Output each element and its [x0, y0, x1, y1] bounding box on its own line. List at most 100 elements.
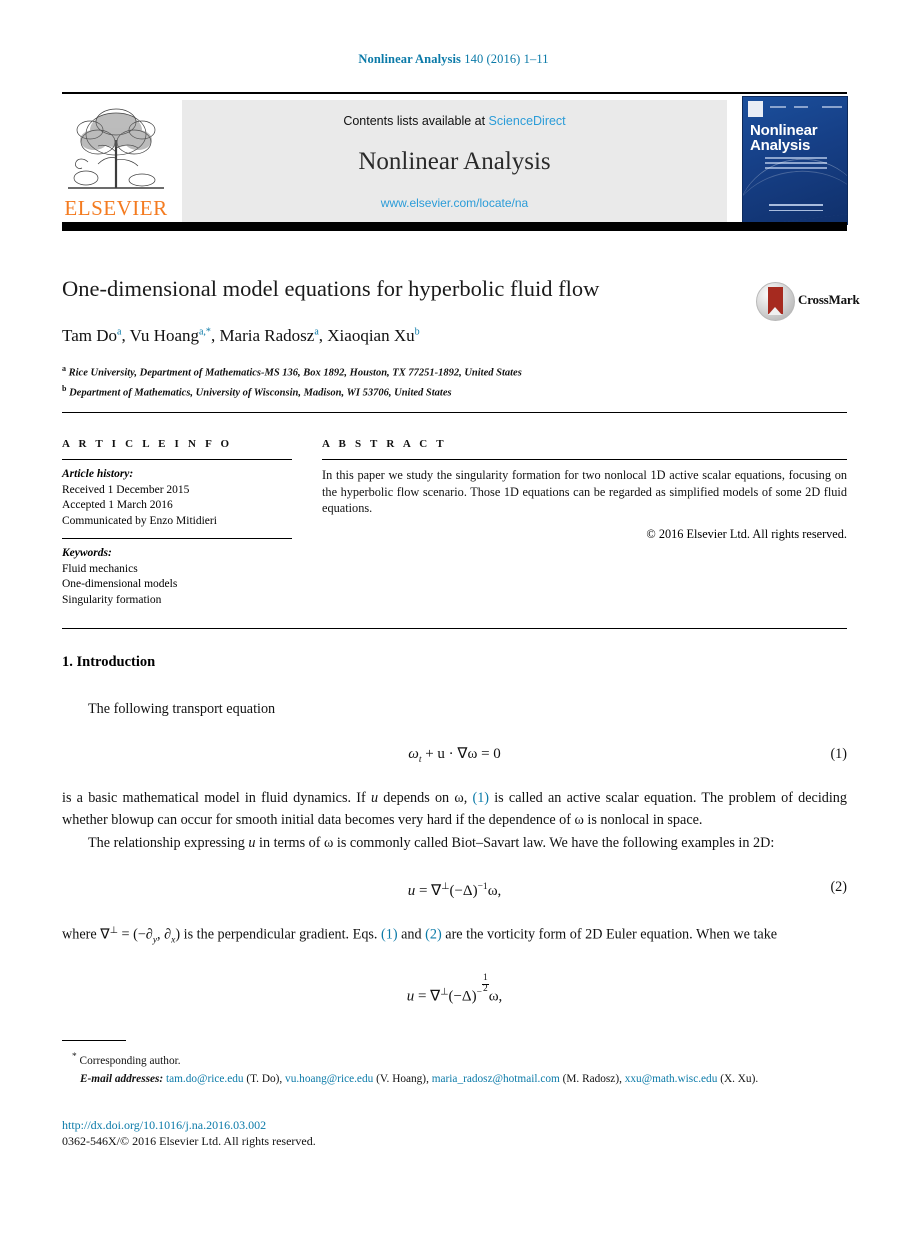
keywords-label: Keywords: — [62, 547, 112, 560]
article-info-rule — [62, 459, 292, 461]
para4-part-a: where ∇ — [62, 926, 110, 943]
author-name[interactable]: Xiaoqian Xu — [327, 326, 414, 345]
journal-homepage-link[interactable]: www.elsevier.com/locate/na — [182, 196, 727, 210]
cover-title: Nonlinear Analysis — [750, 123, 842, 153]
author-affil-mark: a — [314, 326, 319, 338]
corresponding-mark: * — [72, 1052, 77, 1062]
cover-header-band — [748, 101, 842, 119]
divider-above-body — [62, 628, 847, 629]
contents-available-text: Contents lists available at — [343, 114, 489, 128]
para2-part-b: depends on ω, — [378, 789, 473, 806]
author-affil-mark: b — [414, 326, 420, 338]
abstract-block: A B S T R A C T In this paper we study t… — [322, 438, 847, 542]
para4-part-d: ) is the perpendicular gradient. Eqs. — [175, 926, 382, 943]
masthead-bottom-rule — [62, 222, 847, 231]
doi-link[interactable]: http://dx.doi.org/10.1016/j.na.2016.03.0… — [62, 1118, 266, 1133]
para4-part-c: , ∂ — [157, 926, 172, 943]
eq-ref-1b[interactable]: (1) — [381, 927, 398, 943]
footnote-rule — [62, 1040, 126, 1042]
paragraph-intro-lead: The following transport equation — [88, 701, 276, 717]
author-name[interactable]: Maria Radosz — [219, 326, 314, 345]
keyword-item: Fluid mechanics — [62, 562, 138, 575]
email-label: E-mail addresses: — [80, 1073, 164, 1086]
section-heading-introduction: 1. Introduction — [62, 654, 156, 670]
paragraph-after-eq1: is a basic mathematical model in fluid d… — [62, 787, 847, 832]
eq-ref-1[interactable]: (1) — [472, 790, 489, 806]
keywords-rule — [62, 538, 292, 540]
email-person: (T. Do), — [246, 1073, 283, 1086]
equation-2-number: (2) — [830, 879, 847, 895]
corresponding-author-note: * Corresponding author. — [72, 1050, 847, 1069]
para4-part-b: = (−∂ — [117, 926, 153, 943]
email-person: (M. Radosz), — [562, 1073, 622, 1086]
affiliation-mark: b — [62, 384, 67, 393]
journal-title: Nonlinear Analysis — [358, 148, 551, 175]
author-affil-mark: a — [117, 326, 122, 338]
running-head: Nonlinear Analysis 140 (2016) 1–11 — [0, 52, 907, 67]
author-name[interactable]: Tam Do — [62, 326, 117, 345]
keywords-block: Keywords: Fluid mechanics One-dimensiona… — [62, 546, 292, 608]
author-list: Tam Doa, Vu Hoanga,*, Maria Radosza, Xia… — [62, 326, 420, 345]
cover-dash — [794, 106, 808, 108]
email-link[interactable]: vu.hoang@rice.edu — [285, 1073, 373, 1085]
affiliation-item: a Rice University, Department of Mathema… — [62, 361, 822, 381]
abstract-text: In this paper we study the singularity f… — [322, 468, 847, 516]
cover-dash — [770, 106, 786, 108]
email-link[interactable]: xxu@math.wisc.edu — [625, 1073, 718, 1085]
para4-and: and — [397, 926, 426, 943]
article-info-block: A R T I C L E I N F O Article history: R… — [62, 438, 292, 608]
equation-1-row: ωt + u · ∇ω = 0 (1) — [62, 743, 847, 767]
crossmark-icon — [756, 282, 795, 321]
affiliation-item: b Department of Mathematics, University … — [62, 381, 822, 401]
cover-title-line2: Analysis — [750, 137, 811, 154]
affiliation-text: Department of Mathematics, University of… — [69, 387, 452, 399]
equation-2-row: u = ∇⊥(−Δ)−1ω, (2) — [62, 876, 847, 900]
affiliation-list: a Rice University, Department of Mathema… — [62, 361, 822, 401]
footnote-block: * Corresponding author. E-mail addresses… — [62, 1050, 847, 1088]
affiliation-mark: a — [62, 364, 66, 373]
page-title: One-dimensional model equations for hype… — [62, 276, 600, 301]
keyword-item: Singularity formation — [62, 593, 162, 606]
equation-1: ωt + u · ∇ω = 0 — [62, 743, 847, 772]
affiliation-text: Rice University, Department of Mathemati… — [68, 367, 522, 379]
contents-available-line: Contents lists available at ScienceDirec… — [182, 114, 727, 128]
sciencedirect-link[interactable]: ScienceDirect — [489, 114, 566, 128]
email-person: (V. Hoang), — [376, 1073, 429, 1086]
journal-cover-thumbnail[interactable]: Nonlinear Analysis — [742, 96, 848, 225]
para4-part-e: are the vorticity form of 2D Euler equat… — [441, 926, 778, 943]
crossmark-badge[interactable]: CrossMark — [756, 282, 860, 321]
running-head-journal: Nonlinear Analysis — [358, 52, 462, 66]
crossmark-label: CrossMark — [798, 292, 860, 307]
para2-part-a: is a basic mathematical model in fluid d… — [62, 789, 371, 806]
paragraph-biot-savart: The relationship expressing u in terms o… — [62, 832, 847, 855]
author-affil-mark: a,* — [198, 326, 211, 338]
article-info-heading: A R T I C L E I N F O — [62, 438, 233, 450]
paper-page: Nonlinear Analysis 140 (2016) 1–11 ELSEV… — [0, 0, 907, 1238]
email-link[interactable]: tam.do@rice.edu — [166, 1073, 244, 1085]
masthead-center-panel: Contents lists available at ScienceDirec… — [182, 100, 727, 222]
para3-part-a: The relationship expressing — [88, 834, 249, 851]
paragraph-after-eq2: where ∇⊥ = (−∂y, ∂x) is the perpendicula… — [62, 926, 778, 946]
abstract-copyright: © 2016 Elsevier Ltd. All rights reserved… — [646, 526, 847, 541]
author-name[interactable]: Vu Hoang — [130, 326, 199, 345]
eq-ref-2[interactable]: (2) — [425, 927, 442, 943]
running-head-citation: 140 (2016) 1–11 — [461, 52, 549, 66]
divider-above-info — [62, 412, 847, 413]
article-history-label: Article history: — [62, 468, 134, 481]
keyword-item: One-dimensional models — [62, 578, 178, 591]
history-item: Received 1 December 2015 — [62, 483, 190, 496]
history-item: Accepted 1 March 2016 — [62, 499, 173, 512]
equation-2: u = ∇⊥(−Δ)−1ω, — [407, 882, 502, 899]
body-text: The following transport equation ωt + u … — [62, 698, 847, 1018]
para2-symbol-u: u — [370, 789, 379, 806]
equation-1-lhs: ω — [408, 745, 419, 762]
abstract-heading: A B S T R A C T — [322, 438, 447, 450]
email-link[interactable]: maria_radosz@hotmail.com — [432, 1073, 560, 1085]
elsevier-tree-icon — [64, 100, 168, 194]
abstract-rule — [322, 459, 847, 461]
elsevier-logo: ELSEVIER — [64, 100, 168, 222]
equation-3: u = ∇⊥(−Δ)− 1 2 ω, — [406, 973, 503, 1005]
cover-elsevier-mark-icon — [748, 101, 763, 117]
email-person: (X. Xu). — [720, 1073, 759, 1086]
history-item: Communicated by Enzo Mitidieri — [62, 514, 217, 527]
